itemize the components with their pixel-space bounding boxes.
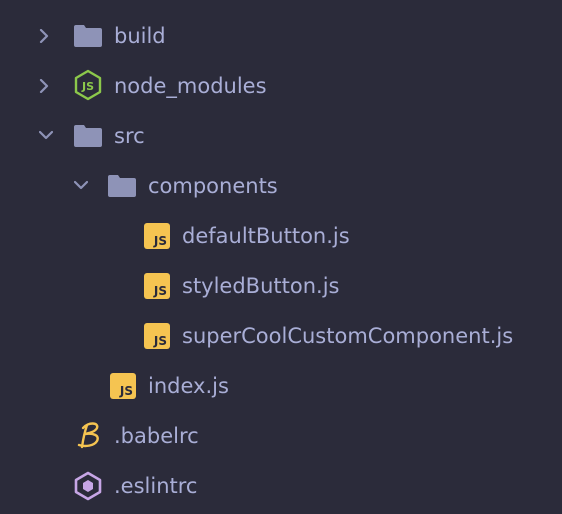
tree-item-label: build	[114, 24, 166, 48]
tree-item-index-js[interactable]: JS index.js	[0, 361, 562, 411]
tree-item-src[interactable]: src	[0, 111, 562, 161]
js-badge-text: JS	[153, 334, 167, 348]
tree-item-label: defaultButton.js	[182, 224, 350, 248]
chevron-right-icon[interactable]	[34, 26, 54, 46]
tree-item-label: src	[114, 124, 145, 148]
tree-item-build[interactable]: build	[0, 11, 562, 61]
nodejs-folder-icon: JS	[73, 69, 103, 101]
chevron-down-icon[interactable]	[36, 125, 56, 145]
javascript-file-icon: JS	[142, 321, 172, 351]
tree-item-babelrc[interactable]: .babelrc	[0, 411, 562, 461]
tree-item-eslintrc[interactable]: .eslintrc	[0, 461, 562, 511]
tree-item-label: index.js	[148, 374, 229, 398]
tree-item-label: .babelrc	[114, 424, 199, 448]
nodejs-badge-text: JS	[81, 80, 94, 93]
tree-item-label: superCoolCustomComponent.js	[182, 324, 514, 348]
tree-item-defaultbutton-js[interactable]: JS defaultButton.js	[0, 211, 562, 261]
tree-item-styledbutton-js[interactable]: JS styledButton.js	[0, 261, 562, 311]
tree-item-node-modules[interactable]: JS node_modules	[0, 61, 562, 111]
js-badge-text: JS	[153, 234, 167, 248]
folder-icon	[73, 21, 103, 51]
tree-item-label: node_modules	[114, 74, 267, 98]
tree-item-label: components	[148, 174, 278, 198]
file-explorer-tree: build JS node_modules src components JS …	[0, 0, 562, 514]
javascript-file-icon: JS	[108, 371, 138, 401]
tree-item-components[interactable]: components	[0, 161, 562, 211]
folder-icon	[73, 121, 103, 151]
chevron-right-icon[interactable]	[34, 76, 54, 96]
babel-icon	[73, 420, 103, 450]
javascript-file-icon: JS	[142, 271, 172, 301]
js-badge-text: JS	[153, 284, 167, 298]
tree-item-supercoolcustomcomponent-js[interactable]: JS superCoolCustomComponent.js	[0, 311, 562, 361]
eslint-icon	[73, 471, 103, 501]
javascript-file-icon: JS	[142, 221, 172, 251]
tree-item-label: styledButton.js	[182, 274, 340, 298]
tree-item-label: .eslintrc	[114, 474, 198, 498]
js-badge-text: JS	[119, 384, 133, 398]
folder-icon	[107, 171, 137, 201]
chevron-down-icon[interactable]	[71, 175, 91, 195]
